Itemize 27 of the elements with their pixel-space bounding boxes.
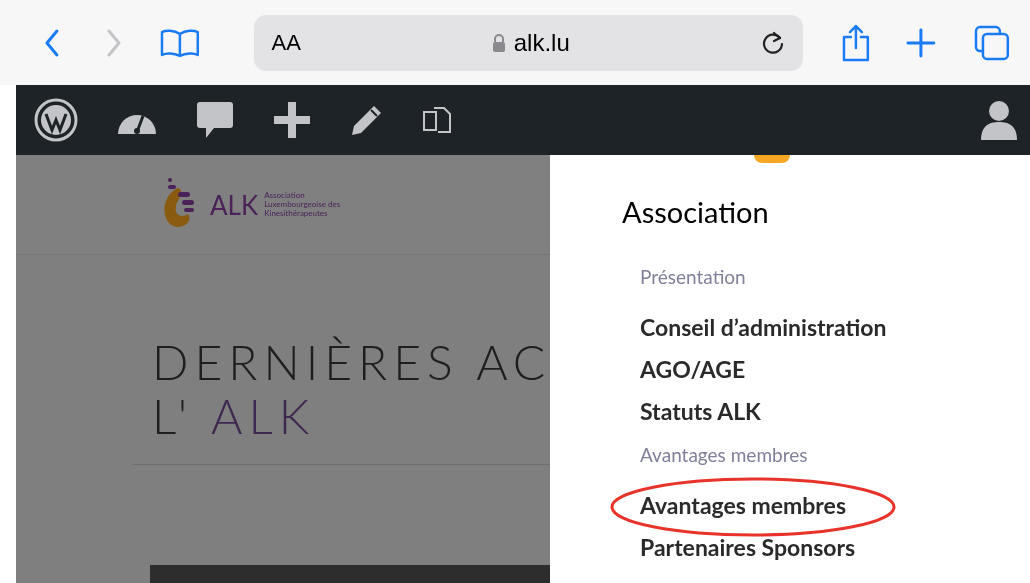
menu-link[interactable]: Conseil d’administration xyxy=(640,309,887,345)
logo-subtitle: Association Luxembourgeoise des Kinesithérapeutes xyxy=(264,191,342,218)
menu-link[interactable]: AGO/AGE xyxy=(640,351,746,387)
text-size-button[interactable]: AA xyxy=(271,26,301,59)
page-heading-accent: ALK xyxy=(211,392,316,440)
menu-link[interactable]: Statuts ALK xyxy=(640,393,761,429)
wordpress-logo-icon[interactable] xyxy=(34,98,78,142)
tabs-icon[interactable] xyxy=(974,24,1010,61)
reload-icon[interactable] xyxy=(760,29,785,56)
share-icon[interactable] xyxy=(840,23,871,62)
address-bar[interactable]: AA alk.lu xyxy=(253,14,803,71)
logo-wordmark: ALK xyxy=(210,191,259,218)
book-icon[interactable] xyxy=(159,27,200,58)
lock-icon xyxy=(491,33,506,52)
url-text: alk.lu xyxy=(513,27,570,58)
pencil-icon[interactable] xyxy=(350,103,384,137)
plus-icon[interactable] xyxy=(272,100,312,140)
pages-icon[interactable] xyxy=(422,104,454,136)
page-heading: L' xyxy=(152,392,194,440)
back-icon[interactable] xyxy=(44,28,60,57)
page-heading: DERNIÈRES AC xyxy=(152,338,550,386)
menu-section-label: Avantages membres xyxy=(640,441,808,468)
menu-link[interactable]: Partenaires Sponsors xyxy=(640,529,856,565)
menu-title: Association xyxy=(622,193,770,231)
user-icon[interactable] xyxy=(980,100,1018,140)
speech-bubble-icon[interactable] xyxy=(196,100,234,140)
menu-section-label: Présentation xyxy=(640,263,746,290)
